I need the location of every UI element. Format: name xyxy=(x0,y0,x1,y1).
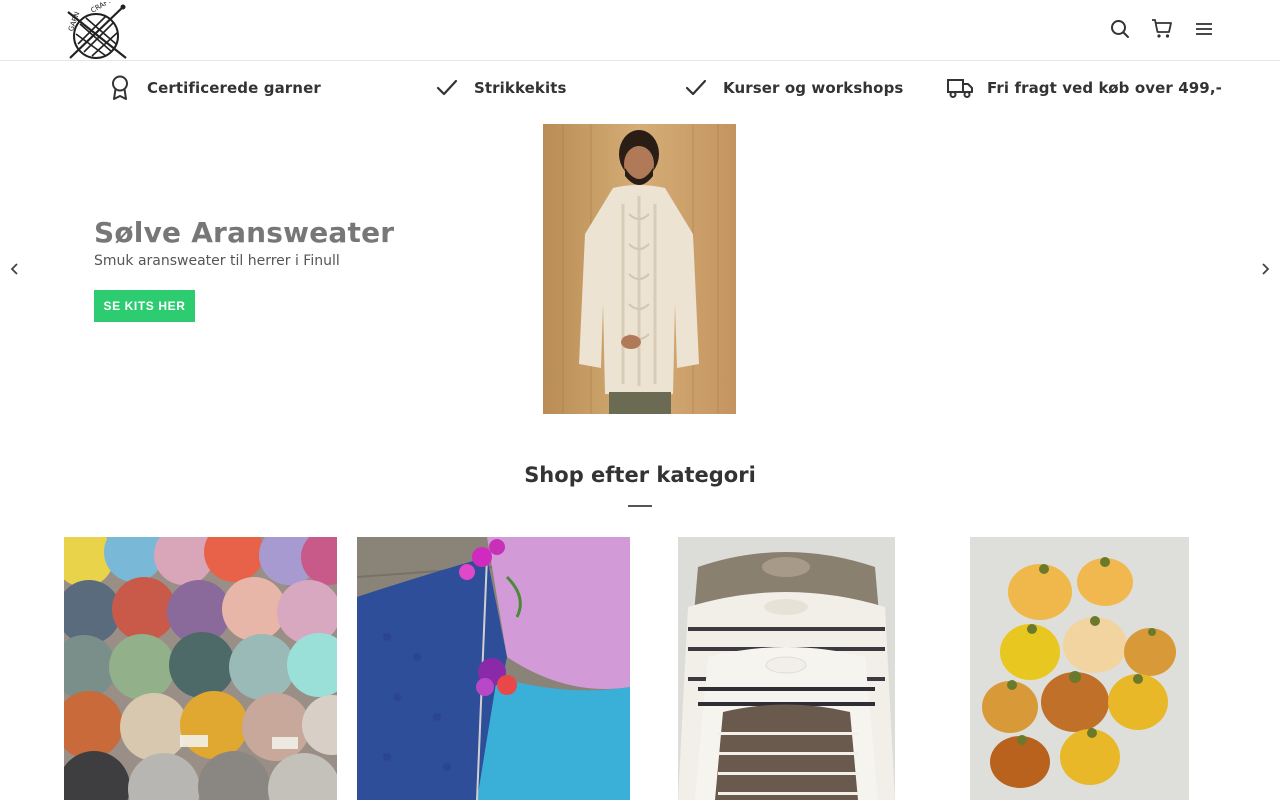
search-icon[interactable] xyxy=(1108,16,1132,42)
usp-item-shipping: Fri fragt ved køb over 499,- xyxy=(947,75,1222,101)
category-pumpkins-image[interactable] xyxy=(970,537,1189,800)
usp-label: Certificerede garner xyxy=(147,79,321,97)
see-kits-button[interactable]: SE KITS HER xyxy=(94,290,195,322)
truck-icon xyxy=(947,75,973,101)
check-icon xyxy=(683,75,709,101)
category-kits-image[interactable] xyxy=(357,537,630,800)
usp-item-certified: Certificerede garner xyxy=(107,75,321,101)
site-header: GARN CRAFT xyxy=(0,0,1280,61)
hero-subtitle: Smuk aransweater til herrer i Finull xyxy=(94,253,340,269)
hero-image xyxy=(543,124,736,414)
hero-title: Sølve Aransweater xyxy=(94,216,395,249)
usp-label: Strikkekits xyxy=(474,79,567,97)
usp-item-kits: Strikkekits xyxy=(434,75,567,101)
slider-next-button[interactable] xyxy=(1257,261,1273,277)
hero-slider: Sølve Aransweater Smuk aransweater til h… xyxy=(0,124,1280,414)
logo[interactable]: GARN CRAFT xyxy=(66,0,128,60)
usp-label: Kurser og workshops xyxy=(723,79,904,97)
award-icon xyxy=(107,75,133,101)
usp-item-courses: Kurser og workshops xyxy=(683,75,903,101)
chevron-right-icon xyxy=(1262,263,1270,275)
title-divider xyxy=(628,505,652,507)
usp-bar: Certificerede garner Strikkekits Kurser … xyxy=(0,61,1280,117)
slider-prev-button[interactable] xyxy=(7,261,23,277)
svg-text:CRAFT: CRAFT xyxy=(90,2,114,15)
menu-icon[interactable] xyxy=(1192,16,1216,42)
usp-label: Fri fragt ved køb over 499,- xyxy=(987,79,1222,97)
hero-text: Sølve Aransweater Smuk aransweater til h… xyxy=(94,216,394,269)
cart-icon[interactable] xyxy=(1150,16,1174,42)
chevron-left-icon xyxy=(10,263,18,275)
category-sweaters-image[interactable] xyxy=(678,537,895,800)
category-yarn-image[interactable] xyxy=(64,537,337,800)
category-section-title: Shop efter kategori xyxy=(524,463,756,487)
check-icon xyxy=(434,75,460,101)
